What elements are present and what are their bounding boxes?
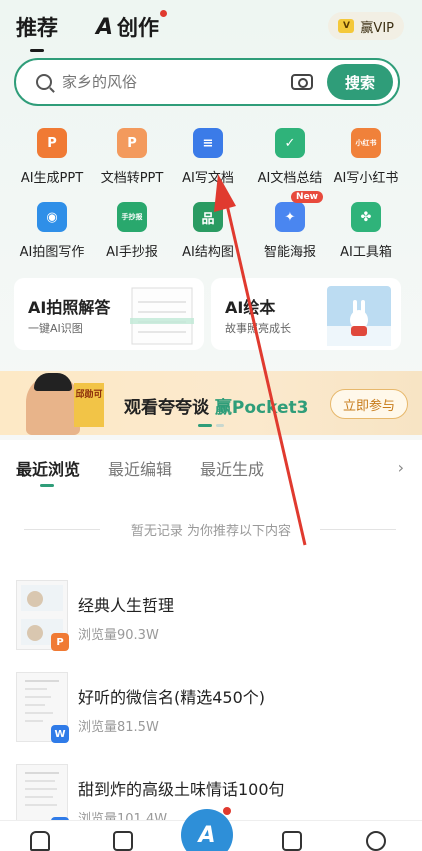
vip-button[interactable]: V 赢VIP xyxy=(328,12,404,40)
picture-book-card[interactable]: AI绘本 故事照亮成长 xyxy=(211,278,401,350)
pagination-dot-active xyxy=(198,424,212,427)
tool-label: AI工具箱 xyxy=(340,245,392,260)
notification-dot xyxy=(223,807,231,815)
camera-write-icon: ◉ xyxy=(37,202,67,232)
document-thumbnail: P xyxy=(16,580,69,651)
profile-icon[interactable] xyxy=(366,831,386,851)
camera-icon[interactable] xyxy=(291,74,313,90)
tool-handwritten-newspaper[interactable]: 手抄报 AI手抄报 xyxy=(90,202,174,260)
tab-create[interactable]: A 创作 xyxy=(96,10,168,42)
doc-to-ppt-icon: P xyxy=(117,128,147,158)
tab-recommend[interactable]: 推荐 xyxy=(16,12,58,52)
poster-icon: ✦ New xyxy=(275,191,323,232)
ppt-icon: P xyxy=(37,128,67,158)
tab-create-label: 创作 xyxy=(117,16,160,40)
tool-xiaohongshu[interactable]: 小红书 AI写小红书 xyxy=(324,128,408,186)
toolbox-icon: ✤ xyxy=(351,202,381,232)
tool-label: AI拍图写作 xyxy=(19,245,85,260)
document-title: 好听的微信名(精选450个) xyxy=(78,688,266,707)
handwritten-newspaper-icon: 手抄报 xyxy=(117,202,147,232)
tab-recent-browse[interactable]: 最近浏览 xyxy=(16,456,80,487)
search-input[interactable] xyxy=(62,73,291,91)
folder-icon[interactable] xyxy=(113,831,133,851)
recent-tabs: 最近浏览 最近编辑 最近生成 xyxy=(16,456,264,487)
header-tabs: 推荐 A 创作 xyxy=(16,10,168,52)
chevron-right-icon[interactable]: › xyxy=(398,458,404,477)
rabbit-illustration xyxy=(327,286,391,346)
join-now-button[interactable]: 立即参与 xyxy=(329,389,408,419)
search-bar: 搜索 xyxy=(14,58,400,106)
tool-ppt[interactable]: P AI生成PPT xyxy=(10,128,94,186)
notification-dot xyxy=(160,10,168,17)
tool-label: AI结构图 xyxy=(182,245,234,260)
banner-text-prefix: 观看夸夸谈 xyxy=(124,398,215,418)
worksheet-illustration xyxy=(130,287,194,345)
xiaohongshu-icon: 小红书 xyxy=(351,128,381,158)
search-icon xyxy=(36,74,52,90)
write-doc-icon: ≡ xyxy=(193,128,223,158)
tool-label: 文档转PPT xyxy=(100,171,164,186)
new-badge: New xyxy=(291,191,323,203)
card-title: AI拍照解答 xyxy=(28,298,111,317)
structure-diagram-icon: 品 xyxy=(193,202,223,232)
document-thumbnail: W xyxy=(16,672,69,743)
tool-label: AI文档总结 xyxy=(257,171,323,186)
recent-section: 最近浏览 最近编辑 最近生成 › 暂无记录 为你推荐以下内容 P 经典人生哲理 … xyxy=(0,440,422,851)
document-title: 经典人生哲理 xyxy=(78,596,175,615)
ppt-badge-icon: P xyxy=(51,633,69,651)
document-views: 浏览量81.5W xyxy=(78,720,159,735)
tool-doc-to-ppt[interactable]: P 文档转PPT xyxy=(90,128,174,186)
tool-label: AI手抄报 xyxy=(106,245,158,260)
banner-text: 观看夸夸谈 赢Pocket3 xyxy=(124,393,308,418)
document-title: 甜到炸的高级土味情话100句 xyxy=(78,780,285,799)
word-badge-icon: W xyxy=(51,725,69,743)
home-icon[interactable] xyxy=(30,831,50,851)
banner-pagination xyxy=(198,424,224,427)
tool-label: 智能海报 xyxy=(263,245,316,260)
tool-camera-write[interactable]: ◉ AI拍图写作 xyxy=(10,202,94,260)
empty-record-text: 暂无记录 为你推荐以下内容 xyxy=(0,520,422,539)
host-avatar xyxy=(26,373,80,435)
wallet-icon[interactable] xyxy=(282,831,302,851)
tool-write-doc[interactable]: ≡ AI写文档 xyxy=(166,128,250,186)
vip-label: 赢VIP xyxy=(360,20,394,36)
tool-label: AI写小红书 xyxy=(333,171,399,186)
tool-label: AI写文档 xyxy=(182,171,234,186)
list-item[interactable]: P 经典人生哲理 浏览量90.3W xyxy=(16,580,406,660)
list-item[interactable]: W 好听的微信名(精选450个) 浏览量81.5W xyxy=(16,672,406,752)
banner-text-highlight: 赢Pocket3 xyxy=(214,398,309,418)
search-button[interactable]: 搜索 xyxy=(327,64,393,100)
vip-icon: V xyxy=(338,19,355,33)
card-subtitle: 一键AI识图 xyxy=(28,322,83,335)
pagination-dot xyxy=(216,424,224,427)
tool-toolbox[interactable]: ✤ AI工具箱 xyxy=(324,202,408,260)
tab-recent-generate[interactable]: 最近生成 xyxy=(200,456,264,480)
create-logo-icon: A xyxy=(96,14,114,40)
host-name-tag: 邱勋可 xyxy=(74,383,104,427)
card-title: AI绘本 xyxy=(225,298,276,317)
bottom-nav: A xyxy=(0,807,422,851)
photo-answer-card[interactable]: AI拍照解答 一键AI识图 xyxy=(14,278,204,350)
tool-poster[interactable]: ✦ New 智能海报 xyxy=(248,191,332,260)
tool-structure-diagram[interactable]: 品 AI结构图 xyxy=(166,202,250,260)
card-subtitle: 故事照亮成长 xyxy=(225,322,291,335)
document-views: 浏览量90.3W xyxy=(78,628,159,643)
tab-recent-edit[interactable]: 最近编辑 xyxy=(108,456,172,480)
tool-label: AI生成PPT xyxy=(20,171,84,186)
summary-icon: ✓ xyxy=(275,128,305,158)
tool-summary[interactable]: ✓ AI文档总结 xyxy=(248,128,332,186)
